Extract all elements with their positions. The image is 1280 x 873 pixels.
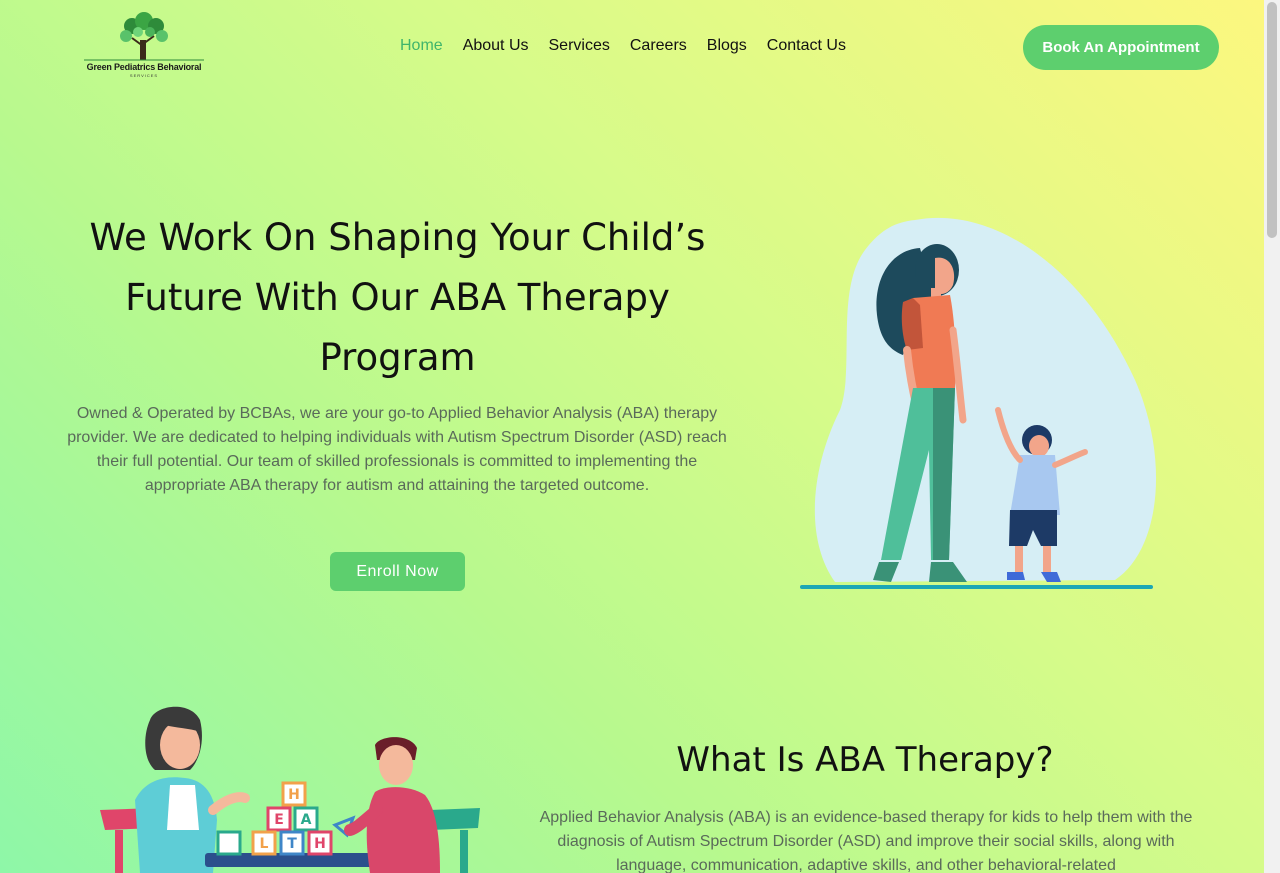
nav-about-us[interactable]: About Us — [463, 37, 529, 55]
logo-subtext: SERVICES — [129, 73, 159, 78]
tree-logo-icon — [84, 12, 204, 61]
mother-child-illustration — [800, 217, 1157, 589]
scrollbar-thumb[interactable] — [1267, 2, 1277, 238]
site-logo[interactable]: Green Pediatrics Behavioral SERVICES — [80, 12, 208, 82]
block-letter-h2: H — [314, 836, 326, 852]
book-appointment-button[interactable]: Book An Appointment — [1023, 25, 1219, 70]
nav-services[interactable]: Services — [549, 37, 610, 55]
about-description: Applied Behavior Analysis (ABA) is an ev… — [539, 809, 1193, 873]
therapy-session-illustration: H E A L T H — [100, 706, 480, 873]
hero-description: Owned & Operated by BCBAs, we are your g… — [67, 405, 727, 494]
nav-blogs[interactable]: Blogs — [707, 37, 747, 55]
nav-careers[interactable]: Careers — [630, 37, 687, 55]
block-letter-l: L — [260, 836, 269, 852]
main-nav: Home About Us Services Careers Blogs Con… — [400, 37, 846, 55]
block-letter-e: E — [274, 812, 284, 828]
about-title: What Is ABA Therapy? — [676, 740, 1054, 780]
block-letter-t: T — [287, 836, 297, 852]
hero-title: We Work On Shaping Your Child’s Future W… — [89, 216, 706, 379]
nav-contact-us[interactable]: Contact Us — [767, 37, 846, 55]
page-scrollbar[interactable] — [1264, 0, 1280, 873]
logo-text: Green Pediatrics Behavioral — [86, 62, 202, 72]
enroll-now-button[interactable]: Enroll Now — [330, 552, 465, 591]
nav-home[interactable]: Home — [400, 37, 443, 55]
block-letter-a: A — [301, 812, 312, 828]
block-letter-h1: H — [288, 787, 300, 803]
page: Green Pediatrics Behavioral SERVICES Hom… — [0, 0, 1264, 873]
